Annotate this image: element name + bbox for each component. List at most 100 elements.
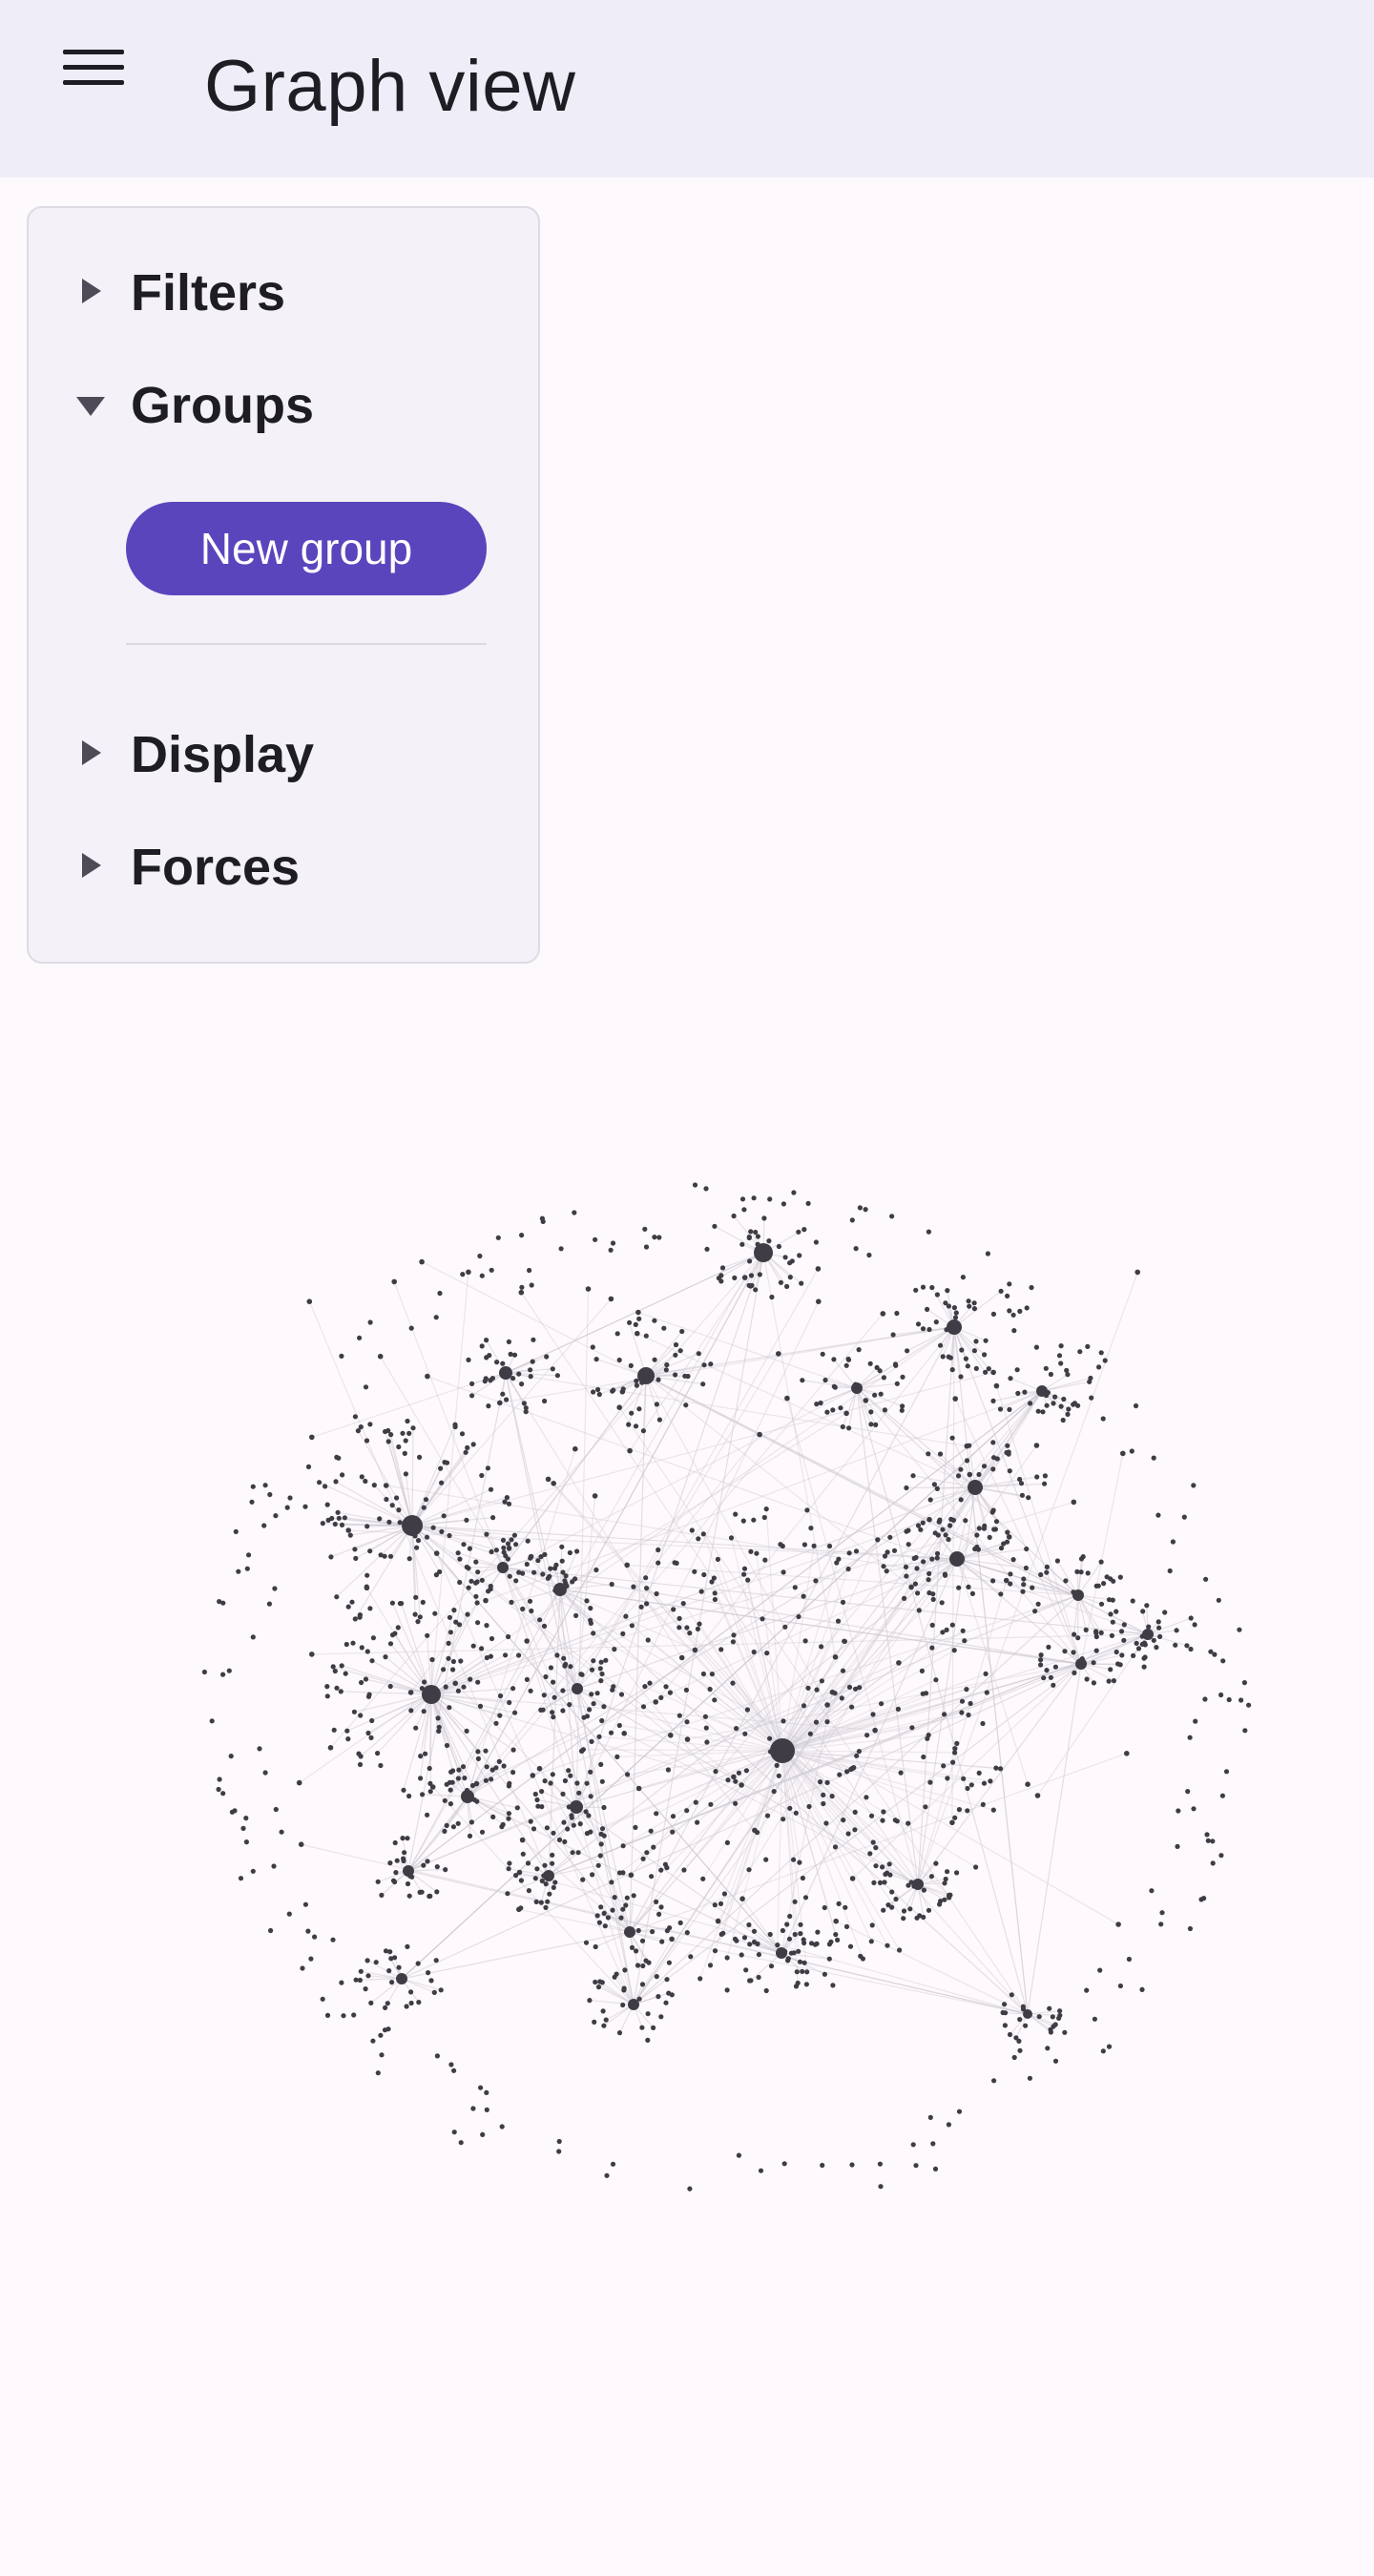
graph-orphan-node[interactable] [273,1806,279,1813]
graph-node[interactable] [473,1780,480,1787]
graph-node[interactable] [794,1969,800,1975]
graph-node[interactable] [432,1610,438,1616]
graph-node[interactable] [370,1635,376,1641]
graph-node[interactable] [621,1985,627,1991]
graph-node[interactable] [425,1373,430,1380]
graph-node[interactable] [589,1692,594,1697]
graph-node[interactable] [516,1569,522,1575]
graph-node[interactable] [461,1684,467,1690]
graph-node[interactable] [900,1403,906,1409]
graph-node[interactable] [796,1948,802,1954]
graph-node[interactable] [568,1773,573,1778]
graph-node[interactable] [600,2008,606,2014]
graph-node[interactable] [971,1348,977,1354]
graph-node[interactable] [511,1532,518,1538]
graph-node[interactable] [947,1892,953,1898]
graph-orphan-node[interactable] [1117,1983,1123,1989]
graph-node[interactable] [626,1422,632,1427]
graph-node[interactable] [914,1915,920,1921]
graph-node[interactable] [899,1407,905,1413]
graph-node[interactable] [598,1761,604,1767]
graph-node[interactable] [878,1391,884,1397]
graph-node[interactable] [358,1968,364,1974]
graph-orphan-node[interactable] [272,1586,278,1591]
graph-node[interactable] [496,1758,502,1764]
graph-orphan-node[interactable] [956,2109,963,2114]
graph-node[interactable] [791,1857,797,1862]
graph-node[interactable] [921,1559,926,1565]
graph-node[interactable] [820,1351,825,1357]
graph-node[interactable] [814,1402,820,1407]
graph-node[interactable] [396,1507,402,1513]
graph-node[interactable] [396,1964,402,1970]
graph-node[interactable] [542,1398,548,1404]
graph-node[interactable] [594,1913,600,1919]
graph-node[interactable] [926,1516,932,1523]
graph-node[interactable] [479,1577,485,1583]
graph-node[interactable] [797,1253,802,1258]
graph-node[interactable] [839,1695,844,1701]
graph-orphan-node[interactable] [1193,1718,1198,1724]
graph-node[interactable] [903,1564,909,1569]
graph-node[interactable] [744,1707,751,1713]
graph-node[interactable] [1006,1449,1011,1455]
graph-node[interactable] [591,1701,596,1707]
graph-node[interactable] [342,1515,347,1521]
graph-node[interactable] [754,1550,760,1556]
graph-node[interactable] [663,1684,669,1690]
graph-node[interactable] [1019,1492,1025,1498]
graph-node[interactable] [1007,1468,1012,1474]
graph-node[interactable] [530,1773,536,1778]
graph-node[interactable] [470,1442,476,1447]
graph-node[interactable] [806,1803,812,1810]
graph-node[interactable] [728,1535,735,1541]
graph-node[interactable] [1008,1571,1013,1577]
graph-node[interactable] [466,1357,471,1362]
graph-node[interactable] [955,1473,962,1479]
graph-node[interactable] [448,1769,454,1775]
graph-node[interactable] [1044,1402,1050,1408]
graph-node[interactable] [776,1243,782,1250]
graph-node[interactable] [787,1275,793,1280]
graph-node[interactable] [677,1615,682,1621]
graph-node[interactable] [677,1348,683,1354]
graph-node[interactable] [592,2019,597,2025]
graph-node[interactable] [1003,1577,1010,1584]
graph-node[interactable] [429,1784,436,1790]
graph-node[interactable] [584,1714,591,1719]
graph-node[interactable] [501,1545,507,1550]
graph-node[interactable] [614,1331,620,1337]
graph-node[interactable] [868,1409,874,1415]
graph-orphan-node[interactable] [610,1240,616,1246]
graph-node[interactable] [792,1585,798,1590]
graph-node[interactable] [901,1916,906,1922]
graph-node[interactable] [327,1745,334,1751]
graph-node[interactable] [692,1568,697,1574]
graph-node[interactable] [504,1397,510,1402]
graph-orphan-node[interactable] [572,1210,577,1215]
graph-node[interactable] [459,1431,466,1437]
graph-orphan-node[interactable] [1192,1622,1197,1628]
graph-node[interactable] [355,1428,361,1434]
graph-node[interactable] [551,1884,556,1890]
graph-node[interactable] [966,1712,971,1718]
graph-node[interactable] [832,1384,838,1390]
graph-node[interactable] [458,1658,464,1664]
graph-node[interactable] [1062,1649,1068,1654]
graph-node[interactable] [1011,1328,1017,1334]
graph-node[interactable] [751,1195,757,1201]
graph-node[interactable] [548,1566,553,1571]
graph-node[interactable] [938,1899,944,1904]
graph-node[interactable] [560,1708,566,1714]
graph-node[interactable] [530,1359,535,1364]
graph-node[interactable] [1002,2002,1008,2007]
graph-node[interactable] [949,1622,955,1628]
graph-orphan-node[interactable] [209,1718,215,1724]
graph-node[interactable] [1141,1655,1147,1661]
graph-node[interactable] [1006,1534,1012,1540]
graph-node[interactable] [869,1922,875,1928]
graph-node[interactable] [572,1445,578,1452]
graph-node[interactable] [704,1739,710,1745]
graph-node[interactable] [1095,1583,1101,1589]
graph-node[interactable] [934,1555,940,1561]
